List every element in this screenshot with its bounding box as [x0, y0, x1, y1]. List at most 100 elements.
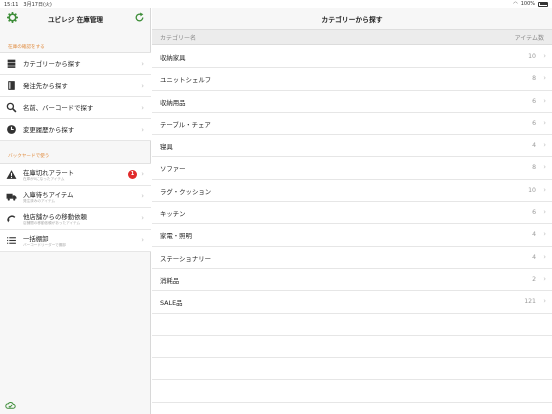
category-row[interactable]: SALE品 121 › — [152, 291, 552, 314]
category-row[interactable]: 収納用品 6 › — [152, 91, 552, 113]
item-count: 6 — [532, 209, 536, 217]
menu-item-label: 変更履歴から探す — [23, 126, 75, 134]
menu-item-bulk-stocktake[interactable]: 一括棚卸 バーコードリーダーで棚卸 › — [0, 230, 151, 252]
category-row[interactable]: 消耗品 2 › — [152, 269, 552, 292]
category-row[interactable]: ユニットシェルフ 8 › — [152, 68, 552, 91]
category-name: キッチン — [160, 210, 186, 219]
chevron-right-icon: › — [141, 81, 144, 90]
menu-item-history[interactable]: 変更履歴から探す › — [0, 119, 151, 141]
menu-item-subtitle: 発注済みのアイテム — [23, 199, 55, 203]
menu-item-subtitle: 在庫が0になったアイテム — [23, 177, 65, 181]
item-count: 10 — [528, 186, 536, 194]
item-count: 8 — [532, 75, 536, 83]
chevron-right-icon: › — [543, 230, 546, 239]
menu-item-category[interactable]: カテゴリーから探す › — [0, 53, 151, 75]
item-count: 6 — [532, 119, 536, 127]
app-title: ユビレジ 在庫管理 — [47, 16, 104, 24]
item-count: 8 — [532, 164, 536, 172]
item-count: 4 — [532, 142, 536, 150]
category-row[interactable]: キッチン 6 › — [152, 202, 552, 225]
chevron-right-icon: › — [543, 274, 546, 283]
section-label-inventory: 在庫の確認をする — [8, 45, 45, 50]
category-row[interactable]: ラグ・クッション 10 › — [152, 180, 552, 203]
chevron-right-icon: › — [543, 208, 546, 217]
menu-item-supplier[interactable]: 発注先から探す › — [0, 75, 151, 97]
chevron-right-icon: › — [141, 170, 144, 178]
chevron-right-icon: › — [141, 236, 144, 244]
status-bar: 15:11 3月17日(火) ◠ 100% — [0, 0, 552, 8]
clock-icon — [7, 125, 16, 134]
item-count: 121 — [524, 298, 536, 306]
category-row[interactable]: 収納家具 10 › — [152, 46, 552, 69]
chevron-right-icon: › — [543, 118, 546, 127]
menu-item-name-barcode[interactable]: 名前、バーコードで探す › — [0, 97, 151, 119]
menu-item-label: 入庫待ちアイテム — [23, 191, 74, 199]
category-row[interactable]: 家電・照明 4 › — [152, 224, 552, 247]
chevron-right-icon: › — [543, 141, 546, 150]
category-name: テーブル・チェア — [160, 120, 211, 129]
category-name: 家電・照明 — [160, 232, 192, 241]
chevron-right-icon: › — [543, 297, 546, 306]
battery-percent: 100% — [520, 1, 535, 7]
menu-item-label: 他店舗からの移動依頼 — [23, 213, 87, 221]
category-name: ソファー — [160, 165, 186, 174]
sidebar: ユビレジ 在庫管理 在庫の確認をする カテゴリーから探す › 発注先から探す ›… — [0, 8, 151, 414]
item-count: 4 — [532, 231, 536, 239]
menu-item-label: 在庫切れアラート — [23, 169, 75, 177]
truck-icon — [6, 193, 17, 201]
category-row[interactable]: 寝具 4 › — [152, 135, 552, 158]
cloud-sync-icon[interactable] — [5, 400, 16, 411]
empty-row — [152, 314, 552, 336]
category-name: 消耗品 — [160, 276, 180, 285]
menu-item-stock-alert[interactable]: 在庫切れアラート 在庫が0になったアイテム 1 › — [0, 164, 151, 186]
column-header: カテゴリー名 アイテム数 — [152, 30, 552, 45]
backyard-menu: 在庫切れアラート 在庫が0になったアイテム 1 › 入庫待ちアイテム 発注済みの… — [0, 163, 151, 252]
category-name: SALE品 — [160, 299, 183, 308]
inventory-menu: カテゴリーから探す › 発注先から探す › 名前、バーコードで探す › 変更履歴… — [0, 52, 151, 141]
empty-row — [152, 358, 552, 381]
main-header: カテゴリーから探す — [152, 8, 552, 30]
search-icon — [6, 102, 17, 113]
menu-item-subtitle: 店舗間の移動依頼があったアイテム — [23, 221, 81, 225]
chevron-right-icon: › — [543, 96, 546, 105]
chevron-right-icon: › — [141, 214, 144, 222]
sidebar-header: ユビレジ 在庫管理 — [0, 8, 151, 30]
column-header-name: カテゴリー名 — [160, 35, 197, 42]
list-icon — [7, 237, 16, 244]
transfer-icon — [7, 215, 16, 223]
chevron-right-icon: › — [141, 59, 144, 68]
chevron-right-icon: › — [543, 52, 546, 60]
column-header-count: アイテム数 — [514, 35, 544, 42]
chevron-right-icon: › — [543, 74, 546, 83]
item-count: 4 — [532, 253, 536, 261]
section-label-backyard: バックヤードで使う — [8, 154, 50, 159]
box-icon — [7, 59, 16, 68]
category-row[interactable]: テーブル・チェア 6 › — [152, 113, 552, 136]
alert-count-badge: 1 — [128, 170, 137, 179]
refresh-icon[interactable] — [134, 12, 145, 23]
item-count: 2 — [532, 275, 536, 283]
chevron-right-icon: › — [141, 125, 144, 134]
item-count: 10 — [528, 53, 536, 60]
category-row[interactable]: ステーショナリー 4 › — [152, 247, 552, 269]
status-time: 15:11 3月17日(火) — [4, 2, 52, 8]
menu-item-incoming[interactable]: 入庫待ちアイテム 発注済みのアイテム › — [0, 186, 151, 208]
chevron-right-icon: › — [543, 252, 546, 261]
category-list: 収納家具 10 › ユニットシェルフ 8 › 収納用品 6 › テーブル・チェア 6 › 寝具 4… — [152, 46, 552, 403]
wifi-icon: ◠ — [513, 1, 518, 7]
category-name: 寝具 — [160, 143, 173, 152]
menu-item-label: 発注先から探す — [23, 82, 68, 90]
menu-item-label: 一括棚卸 — [23, 235, 49, 243]
chevron-right-icon: › — [543, 185, 546, 194]
main-panel: カテゴリーから探す カテゴリー名 アイテム数 収納家具 10 › ユニットシェルフ 8… — [152, 8, 552, 414]
chevron-right-icon: › — [141, 192, 144, 200]
menu-item-label: カテゴリーから探す — [23, 60, 81, 68]
chevron-right-icon: › — [141, 103, 144, 112]
warning-icon — [6, 170, 17, 179]
category-name: ユニットシェルフ — [160, 76, 212, 85]
menu-item-transfer[interactable]: 他店舗からの移動依頼 店舗間の移動依頼があったアイテム › — [0, 208, 151, 230]
category-row[interactable]: ソファー 8 › — [152, 157, 552, 180]
menu-item-subtitle: バーコードリーダーで棚卸 — [23, 243, 66, 247]
category-name: 収納家具 — [160, 54, 186, 62]
menu-item-label: 名前、バーコードで探す — [23, 104, 94, 112]
